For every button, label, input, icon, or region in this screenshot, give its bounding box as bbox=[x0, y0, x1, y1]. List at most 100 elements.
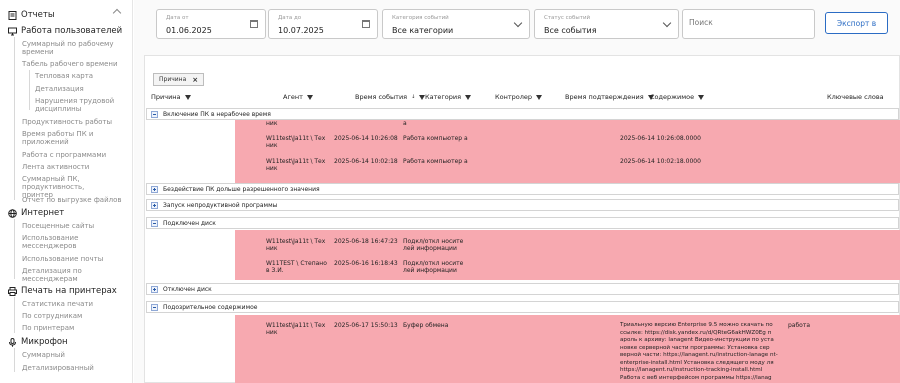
collapse-icon[interactable] bbox=[151, 303, 158, 311]
col-confirm-time[interactable]: Время подтверждения bbox=[565, 93, 654, 101]
cell-category: Работа компьютер а bbox=[403, 158, 468, 165]
cell-agent: W11test\Ja11t \ Тех ник bbox=[266, 322, 326, 336]
date-from-label: Дата от bbox=[166, 15, 189, 21]
collapse-chevron-icon[interactable] bbox=[112, 8, 122, 18]
category-label: Категория событий bbox=[392, 15, 449, 21]
sidebar-item-messengers-detail[interactable]: Детализация по мессенджерам bbox=[22, 267, 112, 283]
sidebar-item-activity-feed[interactable]: Лента активности bbox=[22, 163, 89, 171]
sidebar-user-work-label: Работа пользователей bbox=[21, 26, 123, 36]
filter-icon[interactable] bbox=[536, 94, 543, 100]
col-controller[interactable]: Контролер bbox=[495, 93, 543, 101]
search-input[interactable] bbox=[689, 18, 799, 27]
sidebar-item-programs[interactable]: Работа с программами bbox=[22, 151, 106, 159]
sidebar-item-detail[interactable]: Детализация bbox=[35, 85, 84, 93]
sidebar-item-summary-by-time[interactable]: Суммарный по рабочему времени bbox=[22, 40, 130, 56]
sidebar-item-sites[interactable]: Посещенные сайты bbox=[22, 222, 94, 230]
cell-event-time: 2025-06-14 10:26:08 bbox=[334, 135, 398, 142]
sidebar-item-by-employee[interactable]: По сотрудникам bbox=[22, 312, 82, 320]
group-row[interactable]: Подключен диск bbox=[146, 217, 899, 229]
sidebar-section-internet[interactable]: Интернет bbox=[8, 208, 64, 218]
group-row[interactable]: Отключен диск bbox=[146, 283, 899, 295]
calendar-icon[interactable] bbox=[362, 20, 370, 28]
close-icon[interactable]: × bbox=[192, 76, 198, 84]
cell-keyword: работа bbox=[788, 322, 811, 329]
date-from-field[interactable]: Дата от 01.06.2025 bbox=[156, 9, 266, 39]
status-select[interactable]: Статус событий Все события bbox=[534, 9, 679, 39]
cell-category: Подкл/откл носите лей информации bbox=[403, 238, 464, 252]
expand-icon[interactable] bbox=[151, 201, 158, 209]
group-row[interactable]: Подозрительное содержимое bbox=[146, 301, 899, 313]
status-label: Статус событий bbox=[544, 15, 591, 21]
sidebar-section-reports[interactable]: Отчеты bbox=[8, 10, 55, 20]
sidebar-item-by-printer[interactable]: По принтерам bbox=[22, 324, 74, 332]
sidebar-section-printing[interactable]: Печать на принтерах bbox=[8, 286, 117, 296]
collapse-icon[interactable] bbox=[151, 219, 158, 227]
group-title: Отключен диск bbox=[163, 285, 212, 293]
group-title: Подключен диск bbox=[163, 219, 216, 227]
col-category[interactable]: Категория bbox=[425, 93, 472, 101]
expand-icon[interactable] bbox=[151, 185, 158, 193]
group-title: Подозрительное содержимое bbox=[163, 303, 258, 311]
tree-line bbox=[14, 219, 15, 279]
date-to-field[interactable]: Дата до 10.07.2025 bbox=[268, 9, 378, 39]
col-content-label: Содержимое bbox=[650, 93, 695, 101]
chevron-down-icon bbox=[513, 18, 523, 28]
sidebar-item-messengers[interactable]: Использование мессенджеров bbox=[22, 234, 112, 250]
cell-agent: W11test\Ja11t \ Тех ник bbox=[266, 238, 326, 252]
group-row[interactable]: Включение ПК в нерабочее время bbox=[146, 108, 899, 120]
sidebar-item-detailed[interactable]: Детализированный bbox=[22, 364, 94, 372]
sidebar-section-microphone[interactable]: Микрофон bbox=[8, 337, 68, 347]
events-grid: Причина × Причина Агент Время события ↓ К… bbox=[144, 55, 900, 383]
cell-agent: ник bbox=[266, 120, 278, 127]
sidebar-item-pc-time[interactable]: Время работы ПК и приложений bbox=[22, 130, 122, 146]
expand-icon[interactable] bbox=[151, 285, 158, 293]
sidebar-microphone-label: Микрофон bbox=[21, 337, 68, 347]
cell-category: Работа компьютер а bbox=[403, 135, 468, 142]
grid-header: Причина Агент Время события ↓ Категория К… bbox=[145, 93, 900, 105]
group-row[interactable]: Бездействие ПК дольше разрешенного значе… bbox=[146, 183, 899, 195]
filter-icon[interactable] bbox=[698, 94, 705, 100]
sidebar-item-mail[interactable]: Использование почты bbox=[22, 255, 103, 263]
group-row[interactable]: Запуск непродуктивной программы bbox=[146, 199, 899, 211]
category-select[interactable]: Категория событий Все категории bbox=[382, 9, 530, 39]
collapse-icon[interactable] bbox=[151, 110, 158, 118]
group-chip[interactable]: Причина × bbox=[153, 73, 205, 86]
col-event-time-label: Время события bbox=[355, 93, 408, 101]
col-agent[interactable]: Агент bbox=[283, 93, 313, 101]
cell-content: Триальную версию Enterprise 9.5 можно ск… bbox=[620, 322, 778, 381]
calendar-icon[interactable] bbox=[250, 20, 258, 28]
tree-line bbox=[14, 348, 15, 372]
sidebar-section-user-work[interactable]: Работа пользователей bbox=[8, 26, 122, 36]
cell-agent: W11test\Ja11t \ Тех ник bbox=[266, 158, 326, 172]
sort-down-icon: ↓ bbox=[411, 94, 416, 100]
microphone-icon bbox=[8, 337, 17, 347]
filter-icon[interactable] bbox=[306, 94, 313, 100]
col-category-label: Категория bbox=[425, 93, 462, 101]
col-controller-label: Контролер bbox=[495, 93, 533, 101]
sidebar-internet-label: Интернет bbox=[21, 208, 65, 218]
tree-line bbox=[14, 297, 15, 333]
filter-icon[interactable] bbox=[184, 94, 191, 100]
sidebar-item-print-stats[interactable]: Статистика печати bbox=[22, 300, 93, 308]
report-icon bbox=[8, 10, 17, 20]
tree-subline bbox=[29, 70, 30, 110]
printer-icon bbox=[8, 286, 17, 296]
group-title: Бездействие ПК дольше разрешенного значе… bbox=[163, 185, 320, 193]
col-keywords[interactable]: Ключевые слова bbox=[827, 93, 884, 101]
sidebar-item-worktime-table[interactable]: Табель рабочего времени bbox=[22, 60, 118, 68]
col-event-time[interactable]: Время события ↓ bbox=[355, 93, 426, 101]
col-content[interactable]: Содержимое bbox=[650, 93, 705, 101]
sidebar-item-violations[interactable]: Нарушения трудовой дисциплины bbox=[35, 97, 115, 113]
sidebar-item-summary[interactable]: Суммарный bbox=[22, 351, 65, 359]
cell-agent: W11test\Ja11t \ Тех ник bbox=[266, 135, 326, 149]
search-field[interactable] bbox=[682, 9, 815, 39]
col-reason[interactable]: Причина bbox=[151, 93, 191, 101]
category-value: Все категории bbox=[392, 26, 454, 35]
filter-icon[interactable] bbox=[465, 94, 472, 100]
cell-event-time: 2025-06-18 16:47:23 bbox=[334, 238, 398, 245]
export-button[interactable]: Экспорт в bbox=[825, 12, 888, 34]
sidebar-item-productivity[interactable]: Продуктивность работы bbox=[22, 118, 112, 126]
sidebar-printing-label: Печать на принтерах bbox=[21, 286, 117, 296]
sidebar-item-file-upload[interactable]: Отчет по выгрузке файлов bbox=[22, 196, 122, 204]
sidebar-item-heatmap[interactable]: Тепловая карта bbox=[35, 72, 93, 80]
